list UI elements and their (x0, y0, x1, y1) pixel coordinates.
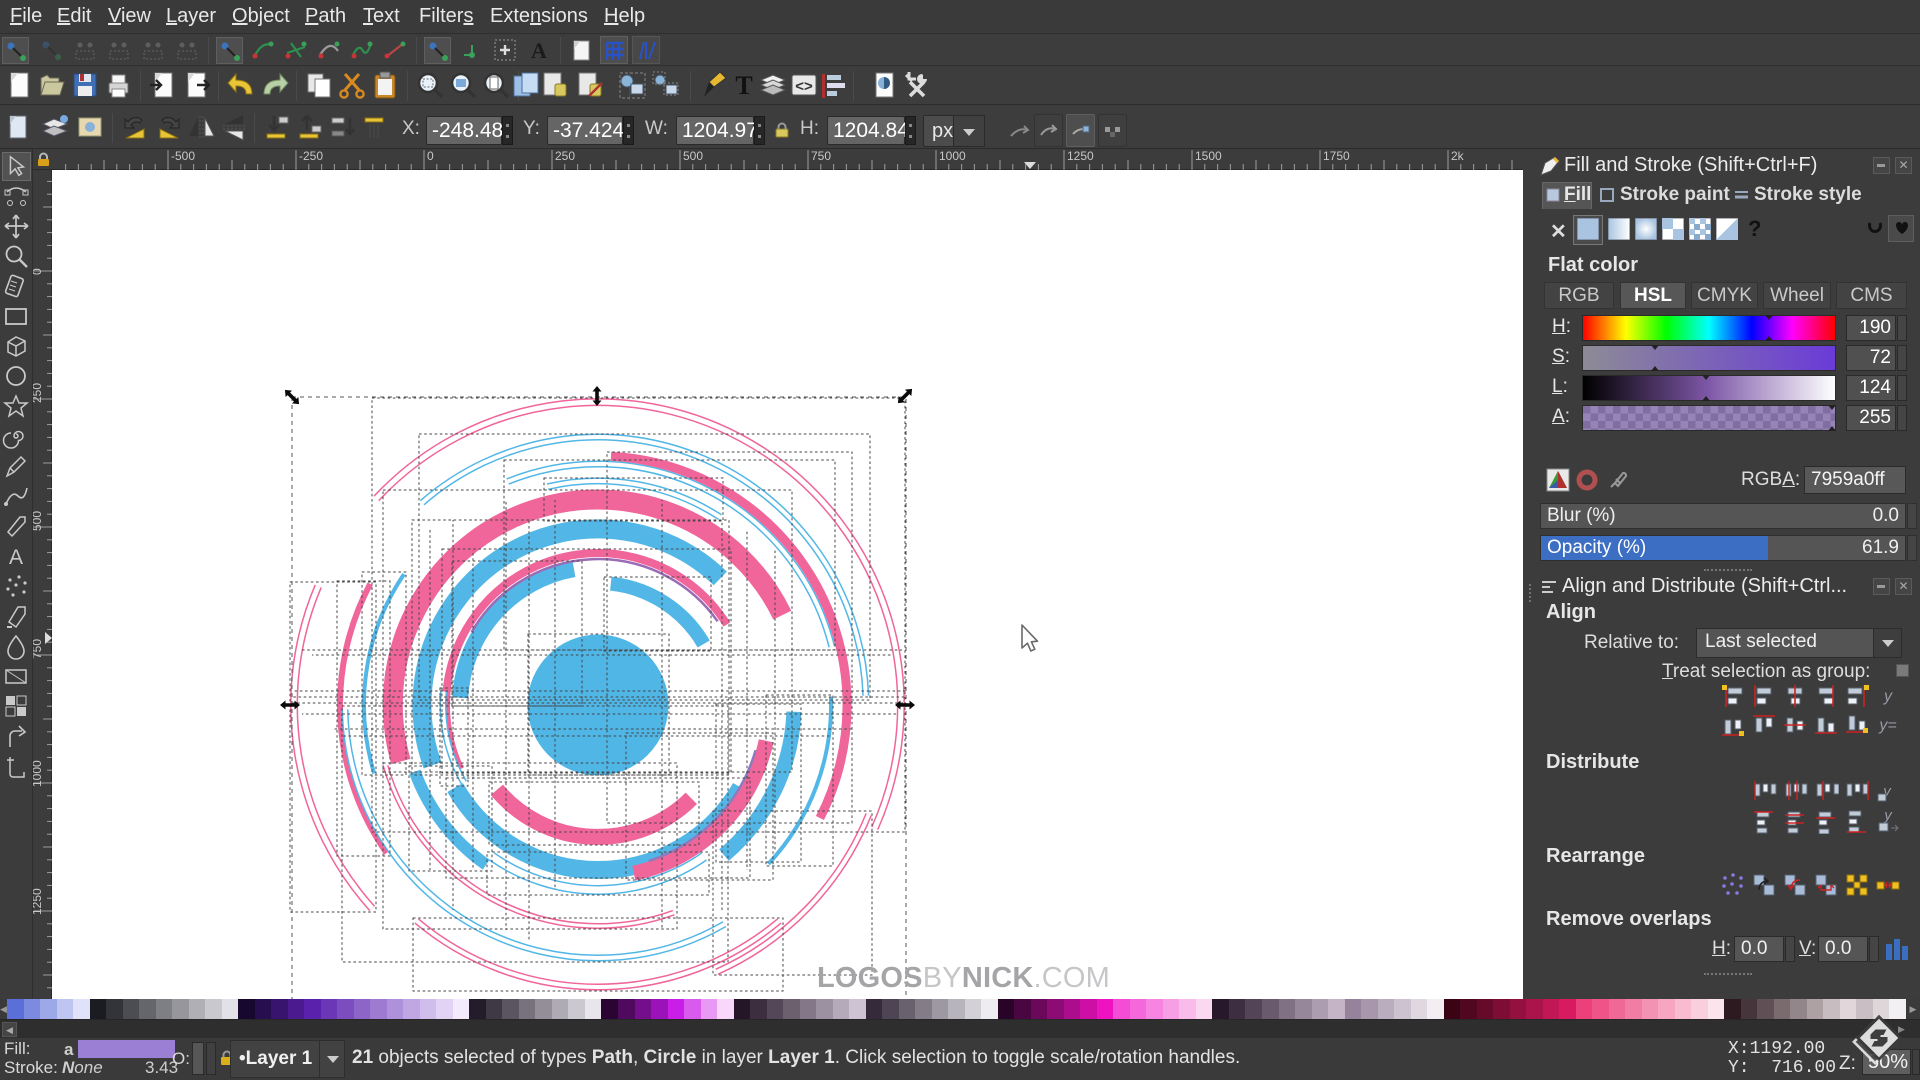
svg-text:A: A (9, 546, 23, 569)
svg-text:1750: 1750 (1323, 149, 1350, 163)
svg-text:250: 250 (555, 149, 575, 163)
svg-text:1250: 1250 (1067, 149, 1094, 163)
svg-text:0: 0 (427, 149, 434, 163)
svg-text:1000: 1000 (33, 760, 44, 787)
svg-text:-250: -250 (299, 149, 323, 163)
svg-text:y: y (1883, 688, 1893, 705)
svg-text:750: 750 (33, 639, 44, 659)
svg-text:1500: 1500 (1195, 149, 1222, 163)
svg-text:1000: 1000 (939, 149, 966, 163)
svg-text:750: 750 (811, 149, 831, 163)
svg-text:250: 250 (33, 383, 44, 403)
svg-text:500: 500 (683, 149, 703, 163)
svg-text:y=: y= (1878, 717, 1896, 734)
svg-text:0: 0 (33, 268, 44, 275)
svg-text:500: 500 (33, 511, 44, 531)
svg-text:<>: <> (795, 78, 813, 95)
svg-text:T: T (735, 71, 752, 100)
svg-text:1250: 1250 (33, 888, 44, 915)
svg-text:-500: -500 (171, 149, 195, 163)
svg-text:2k: 2k (1451, 149, 1465, 163)
svg-text:y: y (1883, 808, 1893, 824)
svg-text:A: A (531, 38, 547, 63)
